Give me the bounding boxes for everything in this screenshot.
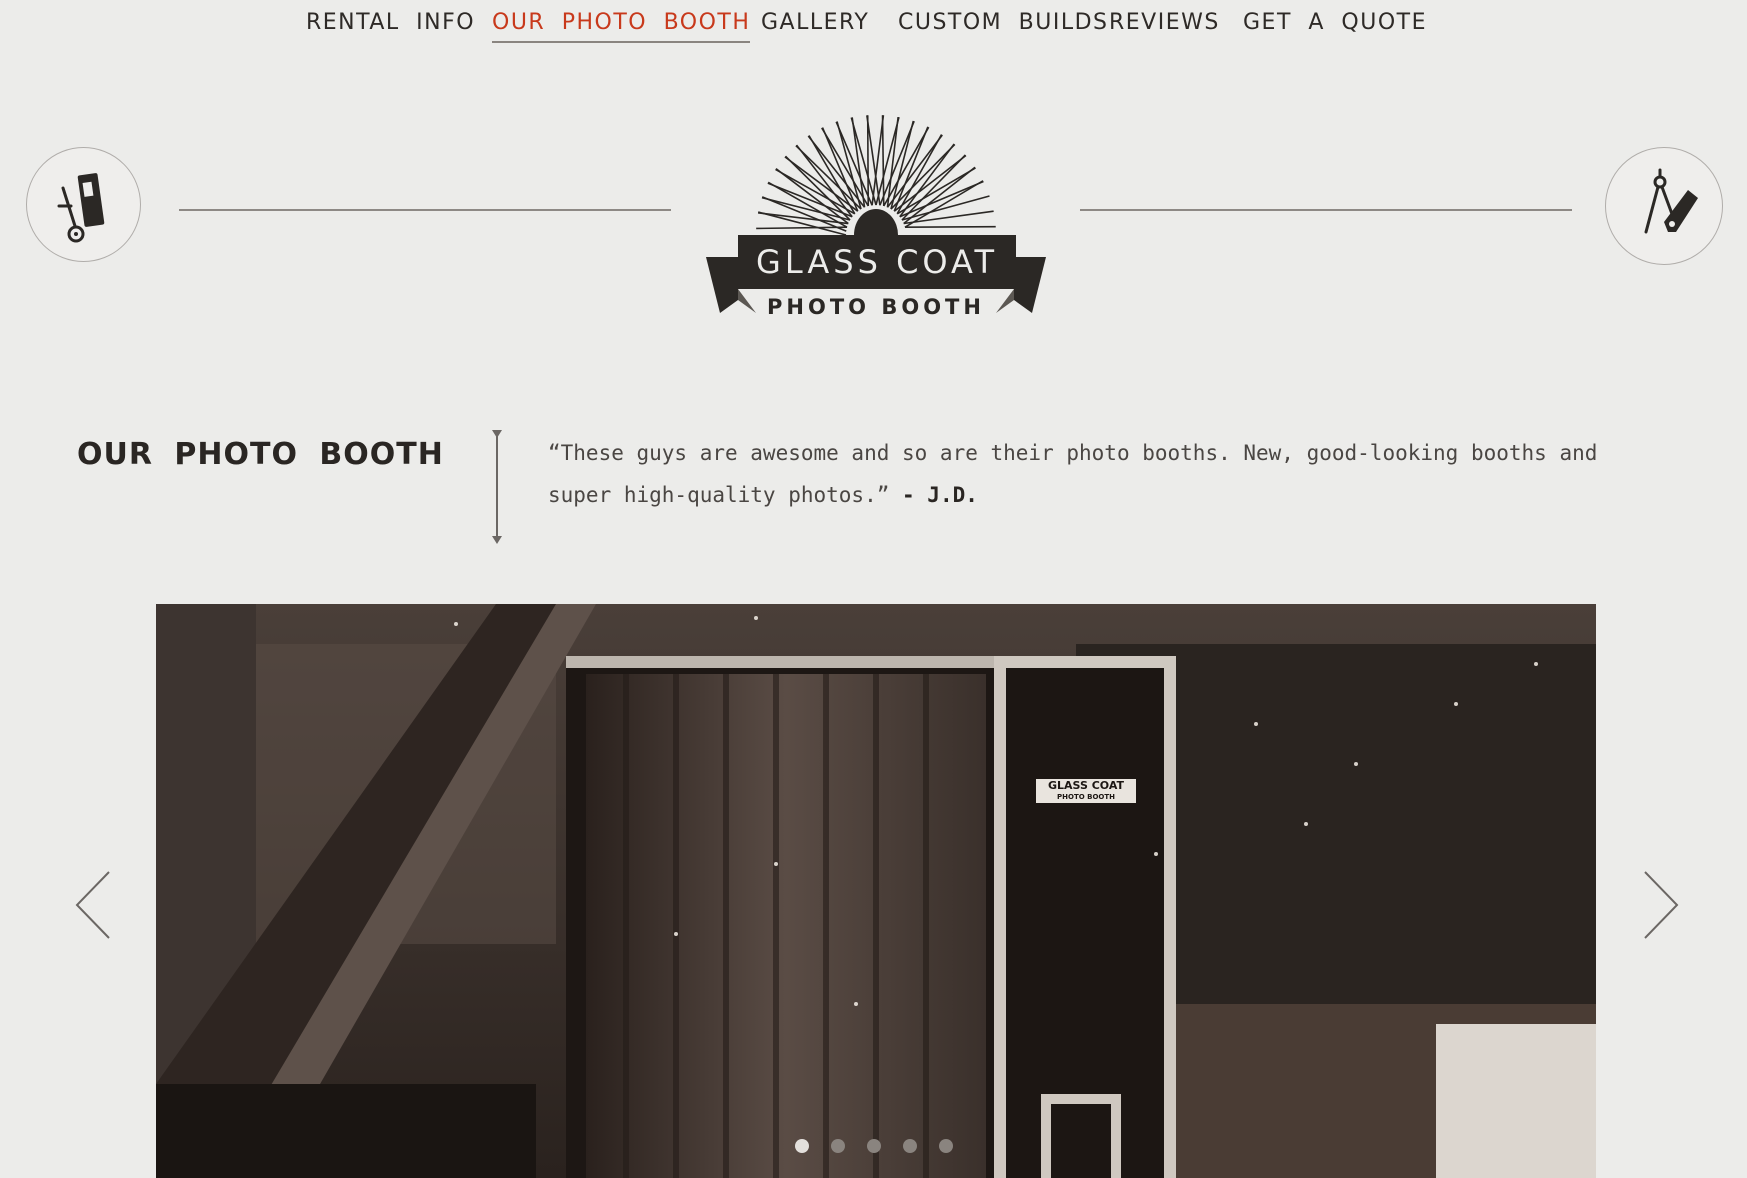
testimonial-quote: “These guys are awesome and so are their… <box>548 432 1598 516</box>
page-title: Our Photo Booth <box>77 437 444 472</box>
slider-dot-4[interactable] <box>903 1139 917 1153</box>
logo[interactable]: GLASS COAT PHOTO BOOTH <box>706 95 1046 327</box>
booth-label-title: GLASS COAT <box>1047 779 1125 792</box>
slide-image-booth <box>156 604 1596 1178</box>
nav-our-photo-booth[interactable]: Our Photo Booth <box>492 10 751 43</box>
hand-truck-icon <box>57 173 105 243</box>
rental-circle-link[interactable] <box>26 147 141 262</box>
compass-saw-icon <box>1644 168 1698 234</box>
booth-logo-label: GLASS COAT PHOTO BOOTH <box>1036 779 1136 802</box>
nav-gallery[interactable]: Gallery <box>761 10 869 35</box>
main-nav: Rental Info Our Photo Booth Gallery Cust… <box>0 0 1747 60</box>
slider-dot-3[interactable] <box>867 1139 881 1153</box>
nav-get-a-quote[interactable]: Get a Quote <box>1243 10 1427 35</box>
slider-dot-5[interactable] <box>939 1139 953 1153</box>
header-rule-right <box>1080 209 1572 211</box>
booth-label-subtitle: PHOTO BOOTH <box>1057 793 1115 801</box>
quote-text: “These guys are awesome and so are their… <box>548 441 1598 507</box>
slider-dot-1[interactable] <box>795 1139 809 1153</box>
divider-arrow-heads-icon <box>492 430 502 544</box>
photo-slider[interactable]: GLASS COAT PHOTO BOOTH <box>156 604 1596 1178</box>
logo-subtitle: PHOTO BOOTH <box>767 295 985 319</box>
chevron-left-icon[interactable] <box>73 870 113 940</box>
logo-title: GLASS COAT <box>738 235 1016 289</box>
quote-author: - J.D. <box>889 483 978 507</box>
chevron-right-icon[interactable] <box>1641 870 1681 940</box>
nav-custom-builds[interactable]: Custom Builds <box>898 10 1109 35</box>
nav-reviews[interactable]: Reviews <box>1109 10 1220 35</box>
logo-sunburst-icon <box>706 115 1046 313</box>
slider-dot-2[interactable] <box>831 1139 845 1153</box>
nav-rental-info[interactable]: Rental Info <box>306 10 475 35</box>
header-rule-left <box>179 209 671 211</box>
custom-builds-circle-link[interactable] <box>1605 147 1723 265</box>
